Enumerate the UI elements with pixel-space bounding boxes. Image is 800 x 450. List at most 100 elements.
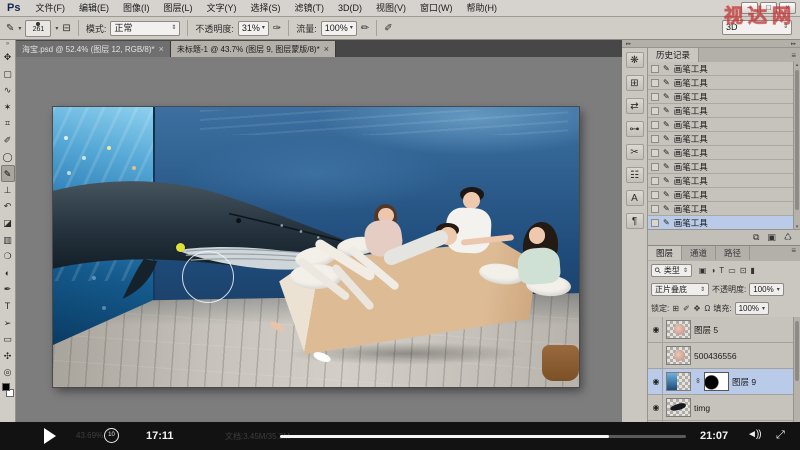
tab-layers[interactable]: 图层 (648, 246, 682, 260)
volume-icon[interactable]: ◄)) (747, 429, 761, 440)
healing-brush-tool[interactable]: ◯ (1, 149, 15, 166)
collapse-strip-icon[interactable]: ▸▸ (626, 40, 631, 47)
quick-select-tool[interactable]: ✶ (1, 99, 15, 116)
history-state-row[interactable]: ✎画笔工具 (648, 216, 793, 230)
fullscreen-icon[interactable]: ⤢ (776, 429, 785, 442)
lock-image-pixels-icon[interactable]: ✐ (683, 304, 690, 313)
blur-tool[interactable]: ❍ (1, 248, 15, 265)
replay-10-button[interactable]: 10 (104, 428, 119, 443)
flow-input[interactable]: 100%▾ (321, 21, 357, 36)
layer-row[interactable]: ◉∞图层 9 (648, 369, 793, 395)
menu-item[interactable]: 图像(I) (116, 0, 157, 16)
filter-type-layers-icon[interactable]: T (719, 266, 724, 275)
gradient-tool[interactable]: ▥ (1, 232, 15, 249)
clone-source-panel-icon[interactable]: ⊶ (626, 121, 644, 137)
opacity-pressure-icon[interactable]: ✑ (273, 23, 281, 34)
history-scrollbar[interactable]: ▴▾ (793, 62, 800, 230)
move-tool[interactable]: ✥ (1, 49, 15, 66)
brush-panel-toggle-icon[interactable]: ⊟ (62, 23, 70, 34)
layer-visibility-toggle[interactable]: ◉ (650, 369, 663, 394)
history-source-checkbox[interactable] (651, 177, 659, 185)
lock-all-icon[interactable]: Ω (704, 304, 710, 313)
brush-presets-panel-icon[interactable]: ☷ (626, 167, 644, 183)
eraser-tool[interactable]: ◪ (1, 215, 15, 232)
new-doc-from-state-icon[interactable]: ⧉ (753, 232, 759, 245)
history-state-row[interactable]: ✎画笔工具 (648, 62, 793, 76)
opacity-input[interactable]: 31%▾ (238, 21, 269, 36)
brush-size-dropdown-icon[interactable]: ▾ (55, 25, 58, 32)
layer-thumbnail[interactable] (666, 372, 691, 391)
tab-channels[interactable]: 通道 (682, 246, 716, 260)
history-state-row[interactable]: ✎画笔工具 (648, 132, 793, 146)
document-tab[interactable]: 未标题-1 @ 43.7% (图层 9, 图层蒙版/8)*× (171, 41, 336, 57)
layer-filter-select[interactable]: ⚲类型⇕ (651, 264, 692, 277)
foreground-color-swatch[interactable] (2, 383, 10, 391)
layer-opacity-input[interactable]: 100%▾ (749, 283, 783, 296)
history-state-row[interactable]: ✎画笔工具 (648, 146, 793, 160)
menu-item[interactable]: 选择(S) (243, 0, 287, 16)
menu-item[interactable]: 图层(L) (156, 0, 199, 16)
character-panel-icon[interactable]: A (626, 190, 644, 206)
brush-tool[interactable]: ✎ (1, 165, 15, 182)
lock-transparent-pixels-icon[interactable]: ⊞ (672, 304, 679, 313)
brush-tool-preset-icon[interactable]: ✎ (6, 23, 14, 34)
color-swatches[interactable] (2, 383, 14, 397)
history-source-checkbox[interactable] (651, 149, 659, 157)
layer-visibility-toggle[interactable] (650, 343, 663, 368)
new-snapshot-icon[interactable]: ▣ (767, 232, 776, 245)
brush-size-picker[interactable]: 261 (25, 20, 51, 37)
layer-thumbnail[interactable] (666, 320, 691, 339)
tool-preset-dropdown-icon[interactable]: ▾ (18, 25, 21, 32)
crop-tool[interactable]: ⌗ (1, 115, 15, 132)
history-state-row[interactable]: ✎画笔工具 (648, 90, 793, 104)
history-state-row[interactable]: ✎画笔工具 (648, 174, 793, 188)
tab-close-icon[interactable]: × (159, 44, 164, 54)
paragraph-panel-icon[interactable]: ¶ (626, 213, 644, 229)
layer-thumbnail[interactable] (666, 398, 691, 417)
menu-item[interactable]: 窗口(W) (413, 0, 460, 16)
filter-smart-objects-icon[interactable]: ⊡ (740, 266, 747, 275)
collapse-panels-icon[interactable]: ▸▸ (791, 40, 796, 47)
menu-item[interactable]: 视图(V) (369, 0, 413, 16)
filter-adjustment-layers-icon[interactable]: ◑ (710, 266, 715, 275)
toolbar-collapse-icon[interactable]: » (6, 40, 9, 49)
filter-group-layers-icon[interactable]: ▭ (728, 266, 736, 275)
history-source-checkbox[interactable] (651, 135, 659, 143)
play-button[interactable] (44, 428, 56, 444)
tab-history[interactable]: 历史记录 (648, 48, 699, 62)
history-source-checkbox[interactable] (651, 191, 659, 199)
airbrush-icon[interactable]: ✏ (361, 23, 369, 34)
history-source-checkbox[interactable] (651, 163, 659, 171)
menu-item[interactable]: 编辑(E) (72, 0, 116, 16)
history-state-row[interactable]: ✎画笔工具 (648, 76, 793, 90)
menu-item[interactable]: 滤镜(T) (287, 0, 331, 16)
history-state-row[interactable]: ✎画笔工具 (648, 202, 793, 216)
layer-blend-mode-select[interactable]: 正片叠底⇕ (651, 283, 709, 296)
clone-stamp-tool[interactable]: ⊥ (1, 182, 15, 199)
pen-tool[interactable]: ✒ (1, 281, 15, 298)
history-state-row[interactable]: ✎画笔工具 (648, 188, 793, 202)
layer-visibility-toggle[interactable]: ◉ (650, 317, 663, 342)
history-source-checkbox[interactable] (651, 205, 659, 213)
canvas[interactable] (53, 107, 579, 387)
brush-pressure-icon[interactable]: ✐ (384, 23, 392, 34)
history-state-row[interactable]: ✎画笔工具 (648, 160, 793, 174)
panel-menu-icon[interactable]: ≡ (791, 246, 800, 261)
filter-pixel-layers-icon[interactable]: ▣ (699, 266, 707, 275)
lasso-tool[interactable]: ∿ (1, 82, 15, 99)
menu-item[interactable]: 帮助(H) (459, 0, 504, 16)
layer-row[interactable]: ◉timg (648, 395, 793, 421)
filter-toggle-icon[interactable]: ▮ (750, 266, 754, 275)
panel-menu-icon[interactable]: ≡ (791, 51, 800, 60)
layer-row[interactable]: 500436556 (648, 343, 793, 369)
history-state-row[interactable]: ✎画笔工具 (648, 118, 793, 132)
swatches-panel-icon[interactable]: ⊞ (626, 75, 644, 91)
history-source-checkbox[interactable] (651, 93, 659, 101)
layer-row[interactable]: ◉图层 5 (648, 317, 793, 343)
history-source-checkbox[interactable] (651, 79, 659, 87)
lock-position-icon[interactable]: ✥ (694, 304, 701, 313)
menu-item[interactable]: 文件(F) (28, 0, 72, 16)
eyedropper-tool[interactable]: ✐ (1, 132, 15, 149)
menu-item[interactable]: 3D(D) (331, 0, 369, 16)
adjustments-panel-icon[interactable]: ❋ (626, 52, 644, 68)
